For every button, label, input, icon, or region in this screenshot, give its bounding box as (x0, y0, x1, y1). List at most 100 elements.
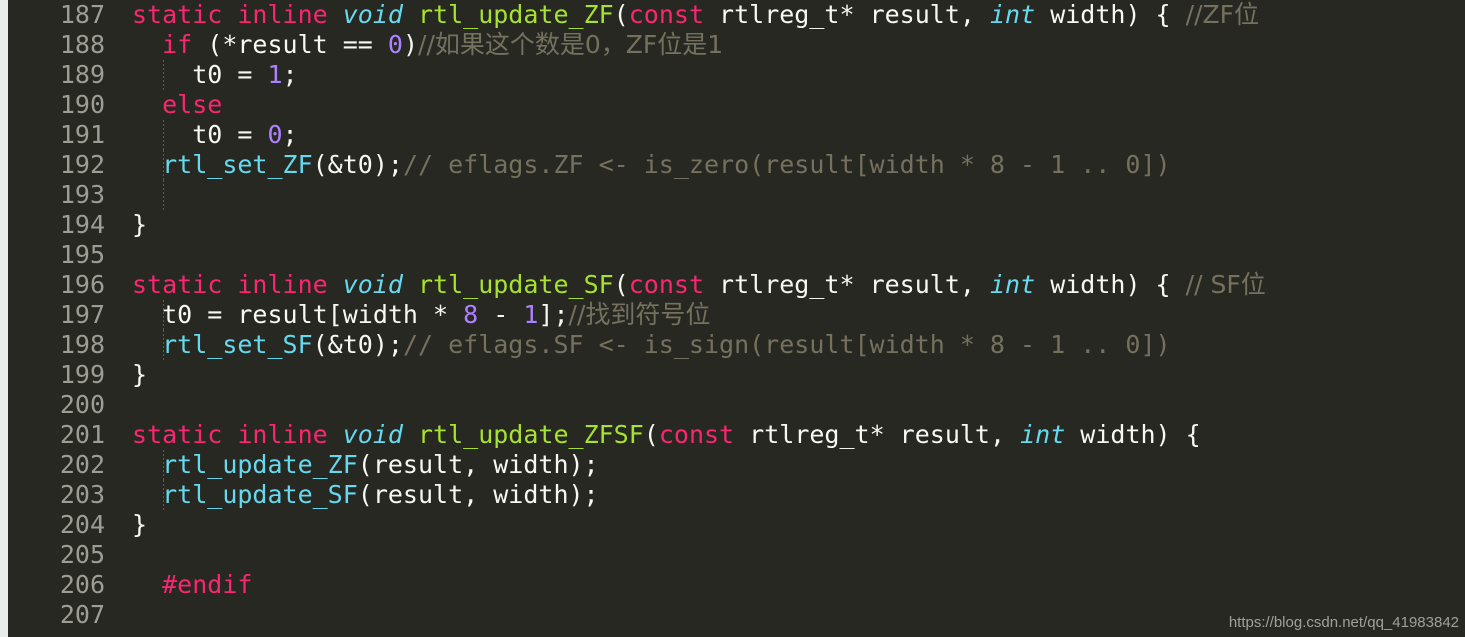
token-pln: (result, width); (357, 450, 599, 479)
token-cmt: // eflags.SF <- is_sign(result[width * 8… (402, 330, 1171, 359)
line-number: 191 (59, 120, 105, 149)
token-pln: ]; (538, 300, 569, 329)
code-line[interactable]: 191 t0 = 0; (8, 120, 1465, 150)
line-number: 202 (59, 450, 105, 479)
line-number: 205 (59, 540, 105, 569)
code-line-text: t0 = result[width * 8 - 1];//找到符号位 (132, 300, 710, 330)
code-line[interactable]: 202 rtl_update_ZF(result, width); (8, 450, 1465, 480)
token-num: 0 (387, 30, 403, 59)
code-line[interactable]: 197 t0 = result[width * 8 - 1];//找到符号位 (8, 300, 1465, 330)
code-line-text: t0 = 0; (132, 120, 297, 150)
code-line[interactable]: 193 (8, 180, 1465, 210)
token-pln: ( (613, 270, 629, 299)
token-pln: (*result == (192, 30, 388, 59)
code-line[interactable]: 205 (8, 540, 1465, 570)
code-line[interactable]: 206 #endif (8, 570, 1465, 600)
line-number: 204 (59, 510, 105, 539)
code-line-text: t0 = 1; (132, 60, 297, 90)
code-line-text: static inline void rtl_update_ZF(const r… (132, 0, 1259, 30)
code-line-text: static inline void rtl_update_SF(const r… (132, 270, 1266, 300)
code-line[interactable]: 190 else (8, 90, 1465, 120)
token-pln: (&t0); (312, 330, 403, 359)
code-line[interactable]: 189 t0 = 1; (8, 60, 1465, 90)
line-number: 194 (59, 210, 105, 239)
code-line[interactable]: 204} (8, 510, 1465, 540)
watermark-url: https://blog.csdn.net/qq_41983842 (1228, 614, 1459, 631)
token-fnd: rtl_update_SF (418, 270, 614, 299)
token-num: 1 (267, 60, 283, 89)
token-typ: void (342, 270, 403, 299)
token-pln: - (478, 300, 524, 329)
token-pln: width) { (1035, 270, 1186, 299)
token-pln: ( (643, 420, 659, 449)
token-pln: ) (402, 30, 419, 59)
token-pln (403, 0, 418, 29)
token-kw: static inline (132, 420, 343, 449)
line-number: 193 (59, 180, 105, 209)
code-editor-screenshot: 187 static inline void rtl_update_ZF(cons… (0, 0, 1465, 637)
line-number: 197 (59, 300, 105, 329)
token-pln (132, 570, 162, 599)
token-pln: (result, width); (357, 480, 599, 509)
token-typ: void (342, 420, 403, 449)
line-number: 192 (59, 150, 105, 179)
code-lines-container[interactable]: 187 static inline void rtl_update_ZF(cons… (8, 0, 1465, 630)
line-number: 203 (59, 480, 105, 509)
line-number: 187 (59, 0, 105, 29)
token-fnc: rtl_set_SF (162, 330, 313, 359)
token-num: 1 (523, 300, 539, 329)
line-number: 196 (59, 270, 105, 299)
token-fnc: rtl_set_ZF (162, 150, 313, 179)
token-typ: int (989, 270, 1036, 299)
code-line-text: } (132, 360, 147, 390)
token-pln: rtlreg_t* result, (704, 0, 990, 29)
token-kw: static inline (132, 270, 343, 299)
token-kw: const (658, 420, 735, 449)
code-editor-pane[interactable]: 187 static inline void rtl_update_ZF(cons… (8, 0, 1465, 637)
code-line[interactable]: 195 (8, 240, 1465, 270)
token-pln: ( (613, 0, 629, 29)
code-line[interactable]: 199} (8, 360, 1465, 390)
token-pln (403, 270, 418, 299)
token-kw: static inline (132, 0, 343, 29)
code-line[interactable]: 203 rtl_update_SF(result, width); (8, 480, 1465, 510)
token-pln (132, 330, 162, 359)
token-pln (132, 480, 162, 509)
code-line[interactable]: 196 static inline void rtl_update_SF(cons… (8, 270, 1465, 300)
code-line[interactable]: 194} (8, 210, 1465, 240)
line-number: 200 (59, 390, 105, 419)
token-pln: } (132, 210, 148, 239)
code-line-text: } (132, 210, 147, 240)
indent-guide (163, 180, 164, 210)
code-line[interactable]: 200 (8, 390, 1465, 420)
token-pln (132, 30, 162, 59)
token-pln: } (132, 510, 148, 539)
line-number: 198 (59, 330, 105, 359)
token-pln: } (132, 360, 148, 389)
token-pln (132, 150, 162, 179)
token-pln: t0 = (132, 60, 268, 89)
line-number: 206 (59, 570, 105, 599)
code-line[interactable]: 192 rtl_set_ZF(&t0);// eflags.ZF <- is_z… (8, 150, 1465, 180)
code-line[interactable]: 187 static inline void rtl_update_ZF(cons… (8, 0, 1465, 30)
token-kw: const (628, 270, 704, 299)
code-line-text: rtl_set_SF(&t0);// eflags.SF <- is_sign(… (132, 330, 1171, 360)
token-fnc: rtl_update_SF (162, 480, 358, 509)
token-pln: rtlreg_t* result, (704, 270, 990, 299)
token-fnd: rtl_update_ZF (418, 0, 614, 29)
token-cmt: // SF位 (1185, 270, 1266, 299)
line-number: 188 (59, 30, 105, 59)
token-cmt: //找到符号位 (568, 300, 711, 329)
line-number: 207 (59, 600, 105, 629)
line-number: 189 (59, 60, 105, 89)
token-cmt: // eflags.ZF <- is_zero(result[width * 8… (402, 150, 1171, 179)
code-line[interactable]: 188 if (*result == 0)//如果这个数是0，ZF位是1 (8, 30, 1465, 60)
token-kw: const (628, 0, 704, 29)
code-line[interactable]: 198 rtl_set_SF(&t0);// eflags.SF <- is_s… (8, 330, 1465, 360)
code-line-text: if (*result == 0)//如果这个数是0，ZF位是1 (132, 30, 723, 60)
token-pln (132, 450, 162, 479)
code-line[interactable]: 201 static inline void rtl_update_ZFSF(co… (8, 420, 1465, 450)
token-typ: int (1020, 420, 1066, 449)
code-line-text: rtl_update_SF(result, width); (132, 480, 599, 510)
token-kw: else (162, 90, 223, 119)
